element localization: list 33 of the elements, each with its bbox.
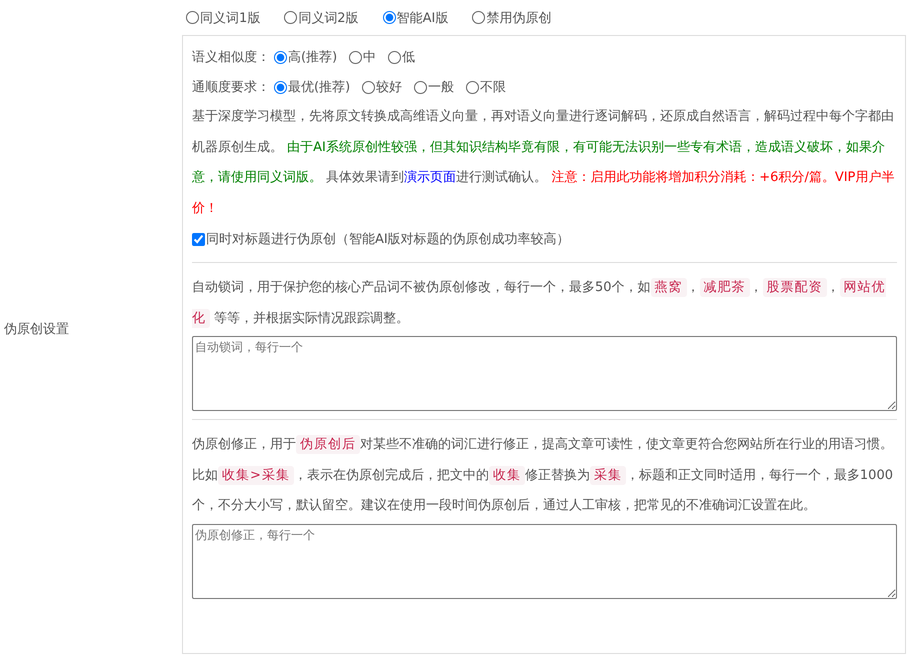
- settings-label: 伪原创设置: [4, 321, 69, 338]
- option-label: 禁用伪原创: [486, 10, 552, 26]
- demo-link[interactable]: 演示页面: [404, 170, 456, 185]
- radio-button[interactable]: [274, 50, 287, 64]
- option-label: 高(推荐): [288, 49, 338, 66]
- description-text: 基于深度学习模型，先将原文转换成高维语义向量，再对语义向量进行逐词解码，还原成自然语言，解码过程中每个字都由机器原创生成。 由于AI系统原创性较强，但其知识结构毕竟有限，有可能无法识别一些专有术语，造成语义破坏，如果介意，请使用同义词版。 具体效果请到演示页面进行测试确认。 注意：启用此功能将增加积分消耗：+6积分/篇。VIP用户半价！: [192, 108, 896, 218]
- option-label: 不限: [480, 79, 506, 96]
- field-label: 语义相似度：: [192, 49, 270, 66]
- radio-button[interactable]: [472, 11, 486, 24]
- radio-button[interactable]: [382, 11, 396, 24]
- radio-button[interactable]: [362, 80, 376, 94]
- lock-words-description: 自动锁词，用于保护您的核心产品词不被伪原创修改，每行一个，最多50个，如 燕窝 ， 减肥茶 ， 股票配资 ， 网站优化 等等，并根据实际情况跟踪调整。: [192, 277, 887, 330]
- checkbox-label: 同时对标题进行伪原创（智能AI版对标题的伪原创成功率较高）: [206, 231, 570, 248]
- option-label: 一般: [428, 79, 454, 96]
- option-label: 低: [402, 49, 416, 66]
- option-label: 同义词1版: [200, 10, 260, 26]
- radio-button[interactable]: [414, 80, 428, 94]
- checkbox[interactable]: [192, 232, 205, 246]
- radio-button[interactable]: [388, 50, 402, 64]
- correction-field[interactable]: 伪原创修正，每行一个: [192, 524, 897, 598]
- option-label: 较好: [376, 79, 402, 96]
- radio-button[interactable]: [186, 11, 199, 24]
- correction-description: 伪原创修正，用于 伪原创后 对某些不准确的词汇进行修正，提高文章可读性，使文章更符合您网站所在行业的用语习惯。比如 收集>采集 ，表示在伪原创完成后，把文中的 收集 修正替换为 采集 ，标题和正文同时适用，每行一个，最多1000个，不分大小写，默认留空。建议在使用一段时间伪原创后，通过人工审核，把常见的不准确词汇设置在此。: [192, 434, 894, 515]
- field-label: 通顺度要求：: [192, 79, 270, 96]
- lock-words-field[interactable]: 自动锁词，每行一个: [192, 336, 897, 411]
- option-label: 智能AI版: [396, 10, 448, 26]
- radio-button[interactable]: [349, 50, 362, 64]
- radio-button[interactable]: [284, 11, 298, 24]
- option-label: 同义词2版: [298, 10, 359, 26]
- option-label: 最优(推荐): [288, 79, 350, 96]
- option-label: 中: [363, 49, 376, 66]
- radio-button[interactable]: [274, 80, 287, 94]
- radio-button[interactable]: [466, 80, 480, 94]
